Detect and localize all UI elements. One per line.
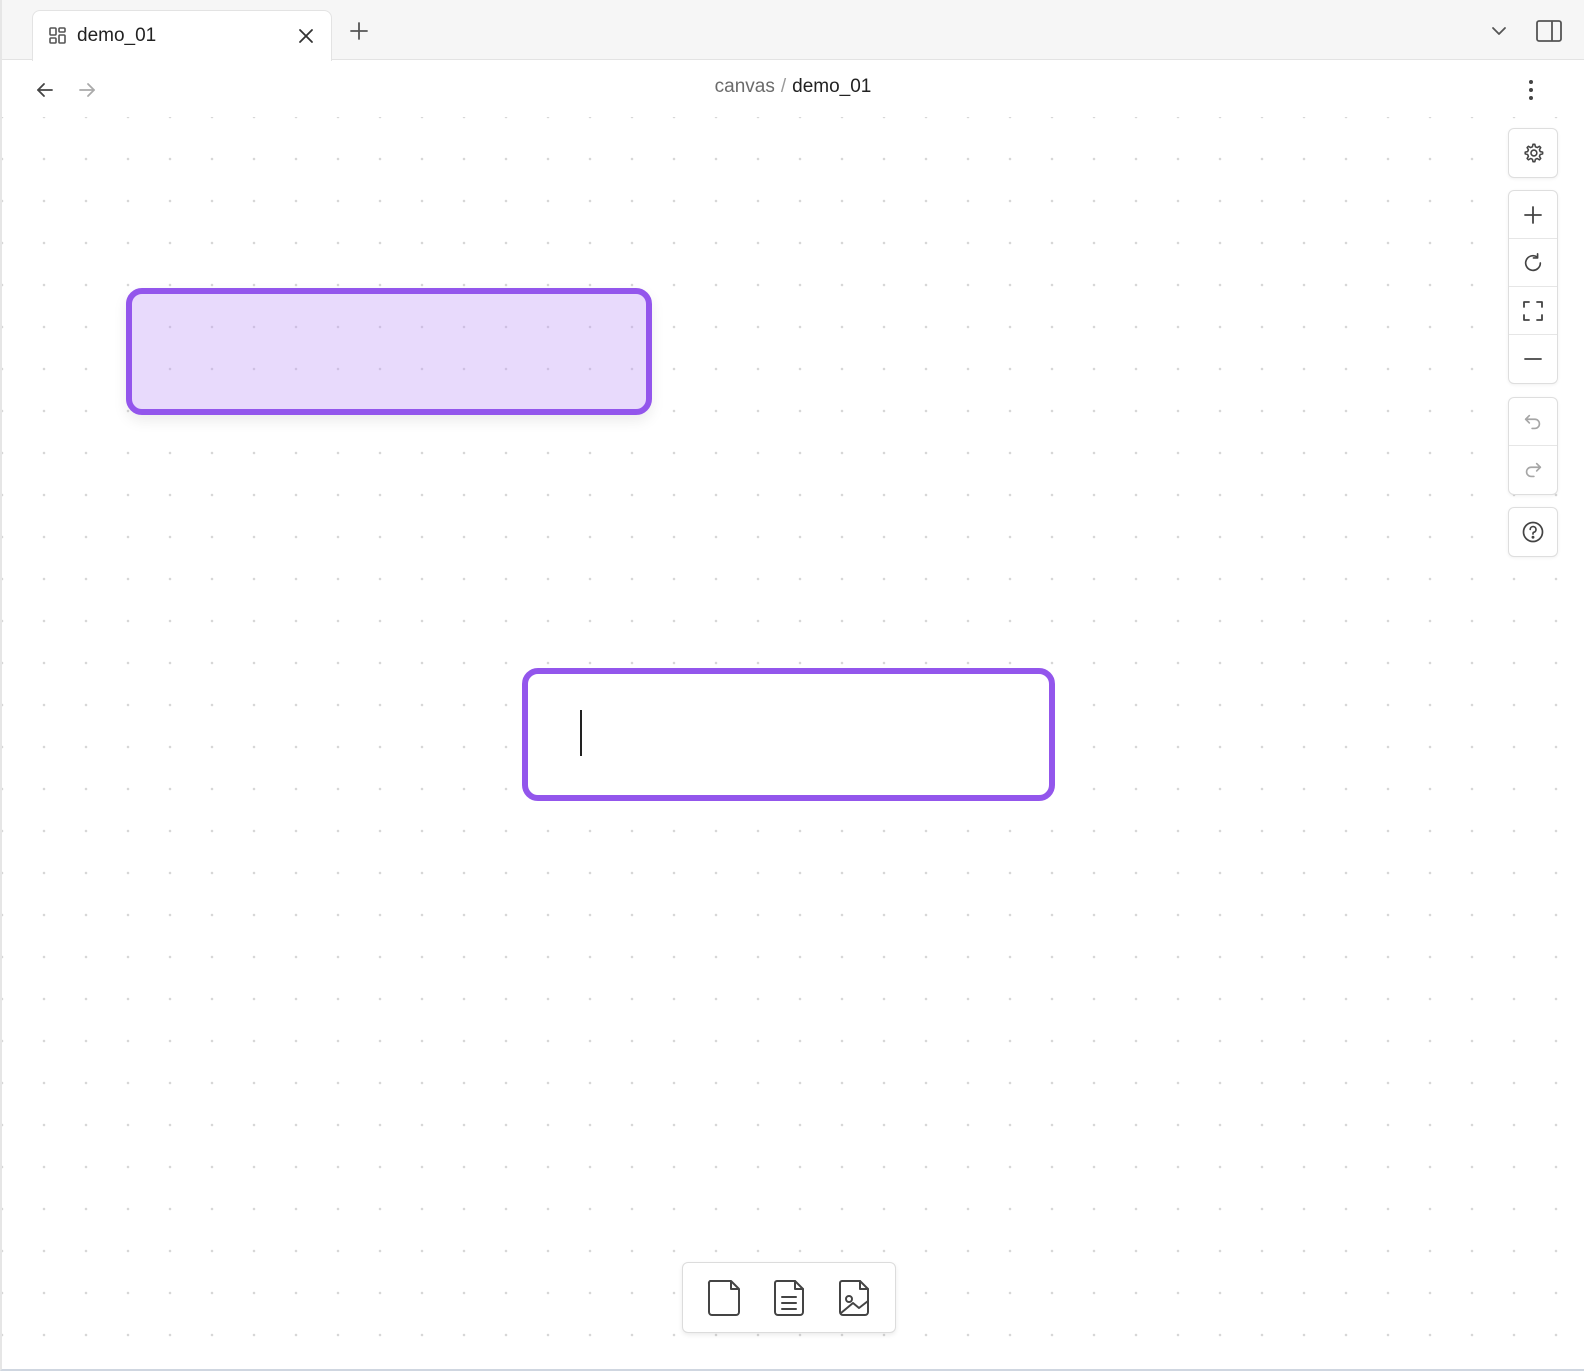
close-icon[interactable] xyxy=(289,19,323,53)
navigation-header: canvas / demo_01 xyxy=(2,61,1584,117)
help-button[interactable] xyxy=(1509,508,1557,556)
sidebar-toggle-button[interactable] xyxy=(1532,14,1566,48)
breadcrumb-parent[interactable]: canvas xyxy=(715,76,775,97)
tab-list-button[interactable] xyxy=(1484,16,1514,46)
history-controls xyxy=(1508,397,1558,495)
breadcrumb-current[interactable]: demo_01 xyxy=(792,76,871,97)
redo-icon xyxy=(1525,462,1542,478)
new-note-icon xyxy=(773,1279,804,1316)
tab-title: demo_01 xyxy=(77,25,157,46)
zoom-in-icon xyxy=(1524,205,1542,224)
undo-icon xyxy=(1524,414,1541,429)
text-cursor xyxy=(580,710,582,756)
breadcrumb: canvas / demo_01 xyxy=(2,76,1584,98)
settings-group xyxy=(1508,128,1558,178)
tab-demo-01[interactable]: demo_01 xyxy=(32,10,332,61)
canvas-icon xyxy=(47,25,69,47)
canvas-settings-button[interactable] xyxy=(1509,129,1557,177)
fit-to-screen-button[interactable] xyxy=(1509,287,1557,335)
tab-bar: demo_01 xyxy=(2,0,1584,61)
canvas-node-selected[interactable] xyxy=(126,288,652,415)
new-card-icon xyxy=(707,1279,740,1316)
add-note-button[interactable] xyxy=(761,1270,817,1326)
new-tab-button[interactable] xyxy=(342,14,376,48)
canvas-area[interactable] xyxy=(2,117,1584,1369)
more-vertical-icon xyxy=(1529,80,1533,100)
zoom-in-button[interactable] xyxy=(1509,191,1557,239)
undo-button[interactable] xyxy=(1509,398,1557,446)
reset-zoom-button[interactable] xyxy=(1509,239,1557,287)
add-media-button[interactable] xyxy=(826,1270,882,1326)
help-group xyxy=(1508,507,1558,557)
add-card-button[interactable] xyxy=(696,1270,752,1326)
zoom-out-icon xyxy=(1524,358,1542,360)
plus-icon xyxy=(350,22,368,40)
zoom-out-button[interactable] xyxy=(1509,335,1557,383)
more-options-button[interactable] xyxy=(1514,73,1548,107)
help-icon xyxy=(1522,521,1544,543)
canvas-node-editing[interactable] xyxy=(522,668,1055,801)
redo-button[interactable] xyxy=(1509,446,1557,494)
zoom-controls xyxy=(1508,190,1558,384)
node-creation-toolbar xyxy=(682,1262,896,1333)
canvas-window: demo_01 canvas / demo_01 xyxy=(0,0,1584,1371)
new-media-icon xyxy=(839,1279,870,1316)
chevron-down-icon xyxy=(1492,27,1506,35)
breadcrumb-separator: / xyxy=(780,76,787,97)
gear-icon xyxy=(1524,143,1544,163)
reset-icon xyxy=(1524,252,1542,271)
fit-screen-icon xyxy=(1523,300,1543,321)
sidebar-toggle-icon xyxy=(1536,20,1562,42)
